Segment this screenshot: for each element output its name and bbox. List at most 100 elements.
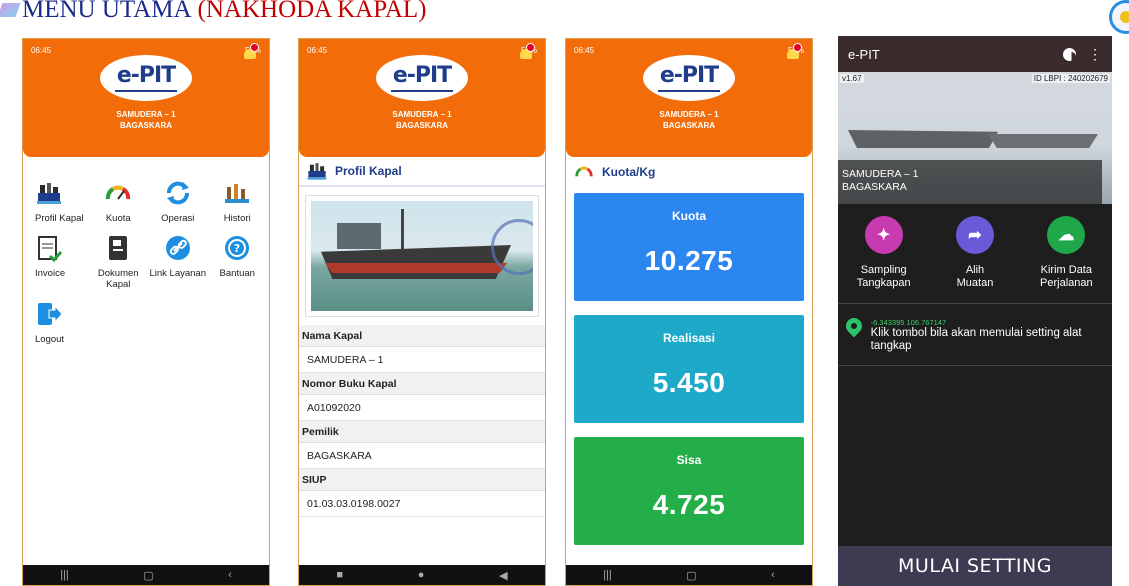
- svg-text:?: ?: [234, 242, 240, 255]
- document-icon: [109, 236, 128, 260]
- menu-item-link-layanan[interactable]: Link Layanan: [148, 234, 208, 290]
- logo-text: e-PIT: [659, 62, 719, 88]
- field-value-nomor-buku: A01092020: [299, 395, 545, 421]
- logo-text: e-PIT: [392, 62, 452, 88]
- notification-bell-icon[interactable]: [784, 43, 802, 61]
- home-icon[interactable]: ●: [418, 569, 425, 581]
- id-lbpi: ID LBPI : 240202679: [1031, 74, 1110, 83]
- recents-icon[interactable]: ■: [336, 569, 343, 581]
- app-version: v1.67: [840, 74, 864, 83]
- android-nav-bar: ■ ● ◀: [299, 565, 545, 585]
- menu-item-bantuan[interactable]: ? Bantuan: [208, 234, 268, 290]
- gauge-icon: [106, 185, 131, 200]
- action-label-1: Alih: [965, 264, 985, 276]
- menu-label: Histori: [223, 213, 251, 224]
- ship-name: SAMUDERA – 1 BAGASKARA: [23, 109, 269, 131]
- card-realisasi: Realisasi 5.450: [574, 315, 804, 423]
- card-value: 5.450: [652, 367, 726, 398]
- notification-bell-icon[interactable]: [517, 43, 535, 61]
- sync-icon: [166, 181, 189, 205]
- status-time: 06:45: [307, 45, 328, 55]
- recents-icon[interactable]: |||: [60, 569, 69, 581]
- menu-item-operasi[interactable]: Operasi: [148, 179, 208, 224]
- title-decoration-icon: [0, 0, 18, 21]
- back-icon[interactable]: ◀: [499, 569, 507, 582]
- card-value: 4.725: [652, 489, 726, 520]
- menu-item-logout[interactable]: Logout: [29, 300, 89, 345]
- action-row: ✦ Sampling Tangkapan ➦ Alih Muatan ☁ Kir…: [838, 204, 1112, 304]
- mulai-setting-button[interactable]: MULAI SETTING: [838, 546, 1112, 586]
- menu-label: Bantuan: [219, 268, 255, 279]
- dark-mode-icon[interactable]: [1063, 47, 1076, 61]
- menu-label: Profil Kapal: [35, 213, 84, 224]
- ship-name: SAMUDERA – 1 BAGASKARA: [566, 109, 812, 131]
- section-header: Kuota/Kg: [566, 157, 812, 187]
- ship-photo-frame: [305, 195, 539, 317]
- app-header: 06:45 57% e-PIT SAMUDERA – 1 BAGASKARA: [566, 39, 812, 157]
- action-label-2: Muatan: [956, 277, 994, 289]
- field-value-siup: 01.03.03.0198.0027: [299, 491, 545, 517]
- ship-name-line1: SAMUDERA – 1: [659, 110, 719, 119]
- back-icon[interactable]: ‹: [771, 569, 775, 581]
- home-icon[interactable]: ▢: [686, 569, 696, 582]
- card-title: Kuota: [672, 209, 706, 223]
- card-title: Realisasi: [662, 331, 716, 345]
- ship-photo: [311, 201, 533, 311]
- card-sisa: Sisa 4.725: [574, 437, 804, 545]
- app-bar: e-PIT ⋮: [838, 36, 1112, 72]
- harbor-icon: [225, 184, 250, 203]
- overflow-menu-icon[interactable]: ⋮: [1088, 46, 1102, 63]
- ship-name-line2: BAGASKARA: [120, 121, 172, 130]
- section-title: Profil Kapal: [335, 164, 402, 178]
- menu-item-profil-kapal[interactable]: Profil Kapal: [29, 179, 89, 224]
- home-icon[interactable]: ▢: [143, 569, 153, 582]
- phone-main-menu: 06:45 57% e-PIT SAMUDERA – 1 BAGASKARA P…: [22, 38, 270, 586]
- menu-item-histori[interactable]: Histori: [208, 179, 268, 224]
- android-nav-bar: ||| ▢ ‹: [23, 565, 269, 585]
- menu-label: Operasi: [161, 213, 195, 224]
- link-icon: [165, 236, 190, 260]
- action-label-1: Sampling: [860, 264, 907, 276]
- menu-label: Kuota: [105, 213, 131, 224]
- gps-coordinates: -6.343395 106.767147: [870, 318, 947, 327]
- card-kuota: Kuota 10.275: [574, 193, 804, 301]
- menu-item-invoice[interactable]: Invoice: [29, 234, 89, 290]
- card-title: Sisa: [676, 453, 702, 467]
- field-label-siup: SIUP: [299, 469, 545, 491]
- action-alih-muatan[interactable]: ➦ Alih Muatan: [933, 216, 1017, 303]
- ship-factory-icon: [307, 163, 327, 180]
- app-logo: e-PIT: [376, 55, 468, 101]
- card-value: 10.275: [644, 245, 734, 276]
- banner-ship-name: SAMUDERA – 1 BAGASKARA: [842, 168, 918, 194]
- action-label-2: Tangkapan: [856, 277, 911, 289]
- phone-operasi: e-PIT ⋮ v1.67 ID LBPI : 240202679 SAMUDE…: [838, 36, 1112, 586]
- menu-item-kuota[interactable]: Kuota: [89, 179, 149, 224]
- main-menu-grid: Profil Kapal Kuota Operasi Histori Invoi…: [29, 179, 267, 345]
- instruction-message: Klik tombol bila akan memulai setting al…: [870, 327, 1082, 352]
- field-value-pemilik: BAGASKARA: [299, 443, 545, 469]
- menu-label: Link Layanan: [149, 268, 207, 279]
- invoice-icon: [38, 236, 63, 262]
- menu-label: Logout: [35, 334, 65, 345]
- ship-name: SAMUDERA – 1 BAGASKARA: [299, 109, 545, 131]
- status-time: 06:45: [574, 45, 595, 55]
- field-value-nama-kapal: SAMUDERA – 1: [299, 347, 545, 373]
- android-nav-bar: ||| ▢ ‹: [566, 565, 812, 585]
- action-label-1: Kirim Data: [1040, 264, 1092, 276]
- help-icon: ?: [225, 236, 250, 260]
- action-sampling-tangkapan[interactable]: ✦ Sampling Tangkapan: [842, 216, 926, 303]
- logout-icon: [38, 303, 63, 325]
- menu-item-dokumen-kapal[interactable]: Dokumen Kapal: [89, 234, 149, 290]
- banner-ship-line1: SAMUDERA – 1: [842, 168, 919, 180]
- action-kirim-data[interactable]: ☁ Kirim Data Perjalanan: [1024, 216, 1108, 303]
- section-title: Kuota/Kg: [602, 165, 656, 179]
- notification-bell-icon[interactable]: [241, 43, 259, 61]
- profile-fields: Nama Kapal SAMUDERA – 1 Nomor Buku Kapal…: [299, 325, 545, 517]
- phone-kuota: 06:45 57% e-PIT SAMUDERA – 1 BAGASKARA K…: [565, 38, 813, 586]
- app-logo: e-PIT: [643, 55, 735, 101]
- back-icon[interactable]: ‹: [228, 569, 232, 581]
- slide-title-sub: (NAKHODA KAPAL): [197, 0, 427, 23]
- corner-logo-icon: [1109, 0, 1129, 34]
- phone-profil-kapal: 06:45 57% e-PIT SAMUDERA – 1 BAGASKARA P…: [298, 38, 546, 586]
- recents-icon[interactable]: |||: [603, 569, 612, 581]
